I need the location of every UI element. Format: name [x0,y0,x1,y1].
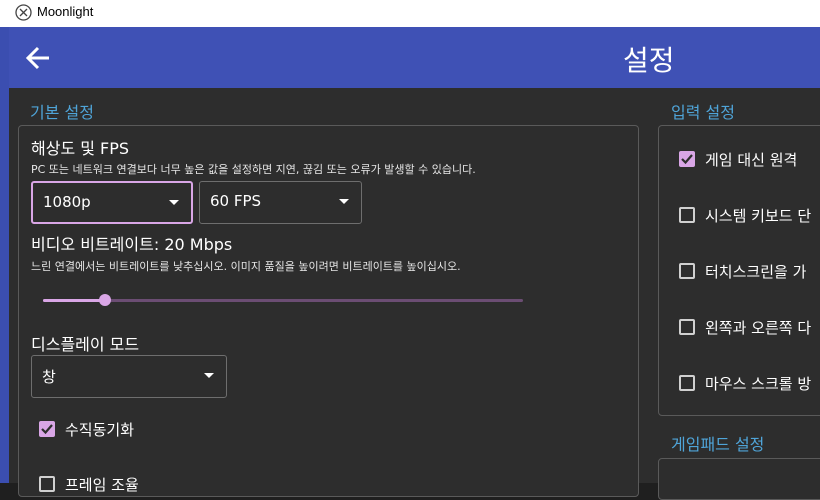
basic-settings-title: 기본 설정 [30,103,94,122]
vsync-label[interactable]: 수직동기화 [65,419,134,440]
gamepad-settings-card [658,458,820,500]
resolution-fps-title: 해상도 및 FPS [31,139,130,158]
frame-pacing-checkbox[interactable] [39,476,55,492]
bitrate-slider-thumb[interactable] [99,294,112,306]
bitrate-description: 느린 연결에서는 비트레이트를 낮추십시오. 이미지 품질을 높이려면 비트레이… [31,260,461,273]
fps-value: 60 FPS [210,192,262,210]
window-titlebar: Moonlight [0,0,820,27]
resolution-select[interactable]: 1080p [31,181,193,224]
moonlight-app-icon [15,4,32,21]
input-option-1-label[interactable]: 시스템 키보드 단 [705,205,811,226]
basic-settings-card: 해상도 및 FPS PC 또는 네트워크 연결보다 너무 높은 값을 설정하면 … [18,125,639,497]
bitrate-slider-fill [43,299,106,302]
input-option-1-checkbox[interactable] [679,207,695,223]
resolution-value: 1080p [43,193,91,211]
display-mode-select[interactable]: 창 [31,355,227,398]
frame-pacing-label[interactable]: 프레임 조율 [65,474,139,495]
vsync-checkbox[interactable] [39,421,55,437]
chevron-down-icon [339,199,349,204]
chevron-down-icon [204,373,214,378]
page-title: 설정 [623,44,675,77]
input-option-2-checkbox[interactable] [679,263,695,279]
gamepad-settings-title: 게임패드 설정 [671,435,765,454]
input-option-3-label[interactable]: 왼쪽과 오른쪽 다 [705,317,811,338]
display-mode-title: 디스플레이 모드 [31,335,140,354]
input-option-3-checkbox[interactable] [679,319,695,335]
arrow-left-icon[interactable] [25,44,53,72]
bitrate-title: 비디오 비트레이트: 20 Mbps [31,235,233,254]
chevron-down-icon [169,200,179,205]
bitrate-slider[interactable] [43,294,523,306]
input-option-4-checkbox[interactable] [679,375,695,391]
input-settings-card: 게임 대신 원격 시스템 키보드 단 터치스크린을 가 왼쪽과 오른쪽 다 마우… [658,125,820,416]
input-option-2-label[interactable]: 터치스크린을 가 [705,261,806,282]
input-option-0-checkbox[interactable] [679,151,695,167]
input-option-0-label[interactable]: 게임 대신 원격 [705,149,797,170]
input-settings-title: 입력 설정 [671,103,735,122]
window-title: Moonlight [37,4,94,19]
settings-content[interactable]: 기본 설정 해상도 및 FPS PC 또는 네트워크 연결보다 너무 높은 값을… [9,88,820,500]
input-option-4-label[interactable]: 마우스 스크롤 방 [705,373,811,394]
fps-select[interactable]: 60 FPS [199,181,362,224]
checkmark-icon [681,154,693,165]
display-mode-value: 창 [42,368,56,386]
window-edge [0,27,9,483]
checkmark-icon [41,424,53,435]
app-bar: 설정 [9,27,820,88]
resolution-fps-description: PC 또는 네트워크 연결보다 너무 높은 값을 설정하면 지연, 끊김 또는 … [31,163,476,176]
